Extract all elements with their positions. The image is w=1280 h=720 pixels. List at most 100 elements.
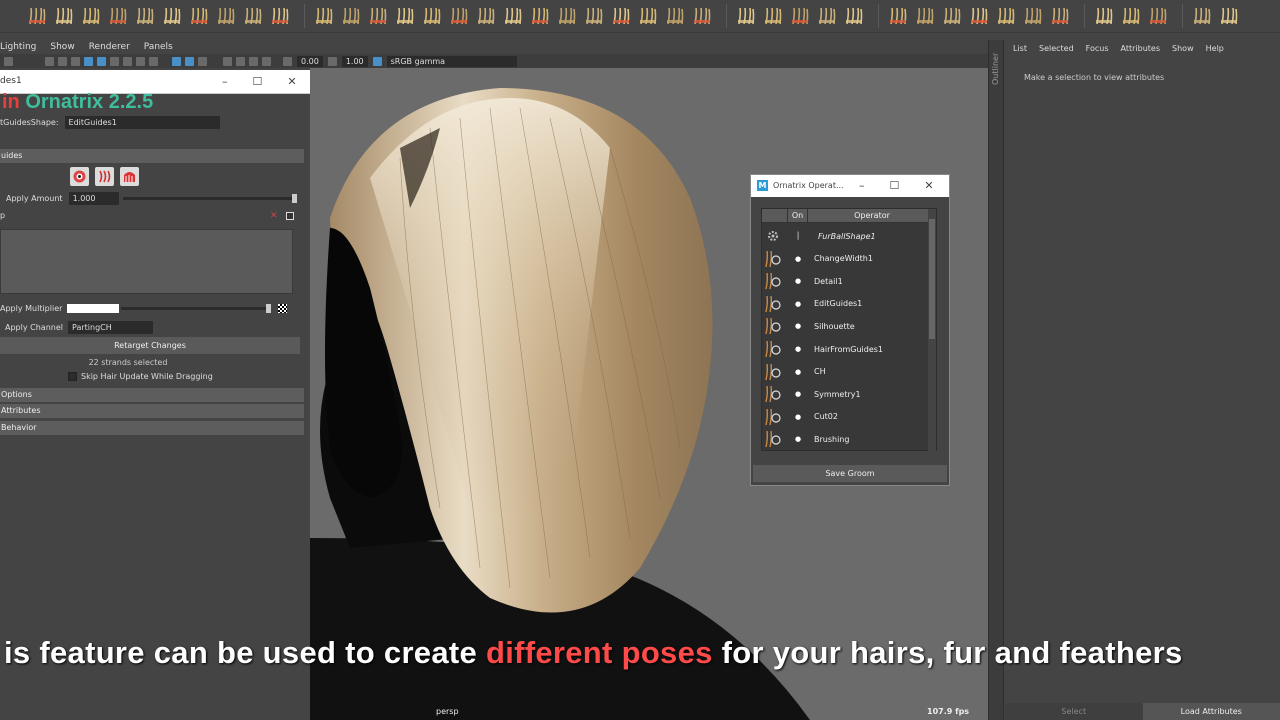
camera-attrs-icon[interactable] (223, 56, 232, 66)
shelf-tool-icon[interactable] (107, 5, 129, 27)
section-options[interactable]: Options (0, 388, 304, 402)
operator-row[interactable]: ● ChangeWidth1 (762, 248, 930, 270)
close-icon[interactable]: ✕ (287, 75, 296, 88)
shelf-tool-icon[interactable] (735, 5, 757, 27)
shelf-tool-icon[interactable] (1049, 5, 1071, 27)
wireframe-icon[interactable] (84, 56, 93, 66)
exposure-icon[interactable] (283, 56, 292, 66)
shelf-tool-icon[interactable] (968, 5, 990, 27)
shelf-tool-icon[interactable] (215, 5, 237, 27)
checker-icon[interactable] (278, 304, 288, 313)
ao-icon[interactable] (149, 56, 158, 66)
shelf-tool-icon[interactable] (637, 5, 659, 27)
lights-icon[interactable] (123, 56, 132, 66)
slider-handle[interactable] (266, 304, 272, 313)
resolution-gate-icon[interactable] (71, 56, 80, 66)
delete-icon[interactable]: ✕ (270, 211, 278, 221)
exposure-field[interactable]: 0.00 (297, 55, 323, 67)
operator-scrollbar[interactable] (928, 209, 936, 452)
shelf-tool-icon[interactable] (1147, 5, 1169, 27)
operator-row[interactable]: ● Cut02 (762, 406, 930, 428)
menu-renderer[interactable]: Renderer (89, 40, 130, 54)
operator-row[interactable]: ● EditGuides1 (762, 293, 930, 315)
bulb-icon[interactable]: ● (792, 435, 804, 443)
minimize-icon[interactable]: – (222, 75, 228, 88)
bulb-icon[interactable]: ● (792, 390, 804, 398)
operator-row[interactable]: │ FurBallShape1 (762, 225, 930, 247)
shelf-tool-icon[interactable] (394, 5, 416, 27)
multiplier-swatch[interactable] (67, 304, 120, 313)
shelf-tool-icon[interactable] (161, 5, 183, 27)
close-icon[interactable]: ✕ (924, 179, 933, 192)
shelf-tool-icon[interactable] (53, 5, 75, 27)
shelf-tool-icon[interactable] (762, 5, 784, 27)
scroll-thumb[interactable] (929, 219, 935, 339)
menu-list[interactable]: List (1013, 44, 1027, 53)
column-on[interactable]: On (787, 209, 807, 222)
apply-amount-field[interactable]: 1.000 (68, 192, 119, 205)
apply-amount-slider[interactable] (122, 194, 297, 203)
maximize-icon[interactable]: ☐ (253, 75, 263, 88)
shelf-tool-icon[interactable] (610, 5, 632, 27)
shelf-tool-icon[interactable] (941, 5, 963, 27)
comb-tool-button[interactable] (95, 167, 114, 186)
shelf-tool-icon[interactable] (188, 5, 210, 27)
options-icon[interactable] (286, 211, 294, 220)
shelf-tool-icon[interactable] (502, 5, 524, 27)
shelf-tool-icon[interactable] (367, 5, 389, 27)
bulb-icon[interactable]: ● (792, 368, 804, 376)
shelf-tool-icon[interactable] (1191, 5, 1213, 27)
camera-icon[interactable] (4, 56, 13, 66)
shelf-tool-icon[interactable] (134, 5, 156, 27)
shelf-tool-icon[interactable] (313, 5, 335, 27)
outliner-tab[interactable]: Outliner (988, 40, 1004, 720)
bulb-icon[interactable]: ● (792, 300, 804, 308)
menu-help[interactable]: Help (1206, 44, 1224, 53)
shelf-tool-icon[interactable] (475, 5, 497, 27)
shelf-tool-icon[interactable] (269, 5, 291, 27)
maximize-icon[interactable]: ☐ (890, 179, 900, 192)
section-guides[interactable]: uides (0, 149, 304, 163)
menu-lighting[interactable]: Lighting (0, 40, 36, 54)
select-button[interactable]: Select (1005, 703, 1143, 720)
two-d-pan-icon[interactable] (262, 56, 271, 66)
shaded-icon[interactable] (97, 56, 106, 66)
shelf-tool-icon[interactable] (26, 5, 48, 27)
bulb-icon[interactable]: ● (792, 322, 804, 330)
shelf-tool-icon[interactable] (1093, 5, 1115, 27)
minimize-icon[interactable]: – (859, 179, 865, 192)
shelf-tool-icon[interactable] (242, 5, 264, 27)
shelf-tool-icon[interactable] (529, 5, 551, 27)
operator-row[interactable]: ● HairFromGuides1 (762, 338, 930, 360)
multiplier-slider[interactable] (121, 304, 272, 313)
shelf-tool-icon[interactable] (421, 5, 443, 27)
film-gate-icon[interactable] (58, 56, 67, 66)
bulb-icon[interactable]: ● (792, 345, 804, 353)
retarget-changes-button[interactable]: Retarget Changes (0, 337, 300, 354)
shelf-tool-icon[interactable] (691, 5, 713, 27)
column-operator[interactable]: Operator (807, 209, 936, 222)
menu-focus[interactable]: Focus (1086, 44, 1109, 53)
apply-channel-dropdown[interactable]: PartingCH (67, 321, 153, 334)
pin-icon[interactable]: │ (792, 232, 804, 240)
shelf-tool-icon[interactable] (816, 5, 838, 27)
shelf-tool-icon[interactable] (1218, 5, 1240, 27)
shelf-tool-icon[interactable] (1022, 5, 1044, 27)
operator-row[interactable]: ● CH (762, 361, 930, 383)
shelf-tool-icon[interactable] (80, 5, 102, 27)
gamma-icon[interactable] (327, 56, 337, 66)
save-groom-button[interactable]: Save Groom (753, 465, 947, 482)
gamma-field[interactable]: 1.00 (341, 55, 368, 67)
bulb-icon[interactable]: ● (792, 255, 804, 263)
operator-row[interactable]: ● Detail1 (762, 270, 930, 292)
shelf-tool-icon[interactable] (1120, 5, 1142, 27)
menu-panels[interactable]: Panels (144, 40, 173, 54)
menu-selected[interactable]: Selected (1039, 44, 1074, 53)
isolate-icon[interactable] (172, 56, 181, 66)
section-attributes[interactable]: Attributes (0, 404, 304, 418)
shape-name-field[interactable]: EditGuides1 (64, 116, 220, 129)
color-space-dropdown[interactable]: sRGB gamma (386, 55, 517, 67)
grid-icon[interactable] (45, 56, 54, 66)
operator-row[interactable]: ● Silhouette (762, 315, 930, 337)
bulb-icon[interactable]: ● (792, 413, 804, 421)
